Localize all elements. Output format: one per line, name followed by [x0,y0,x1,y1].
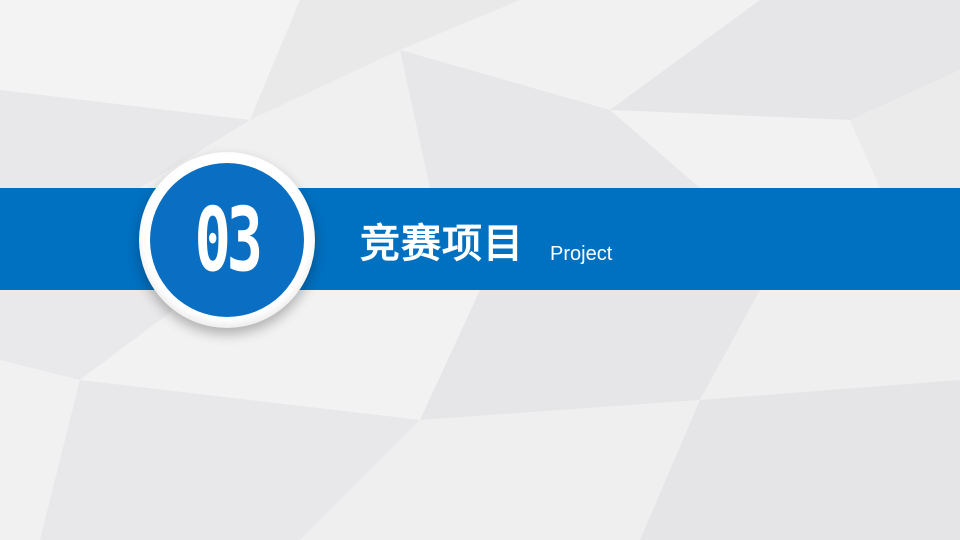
section-number-badge: 03 [139,152,315,328]
section-number: 03 [194,188,264,292]
section-number-circle: 03 [150,163,304,317]
section-title: 竞赛项目 [360,221,524,267]
section-subtitle: Project [550,243,613,265]
